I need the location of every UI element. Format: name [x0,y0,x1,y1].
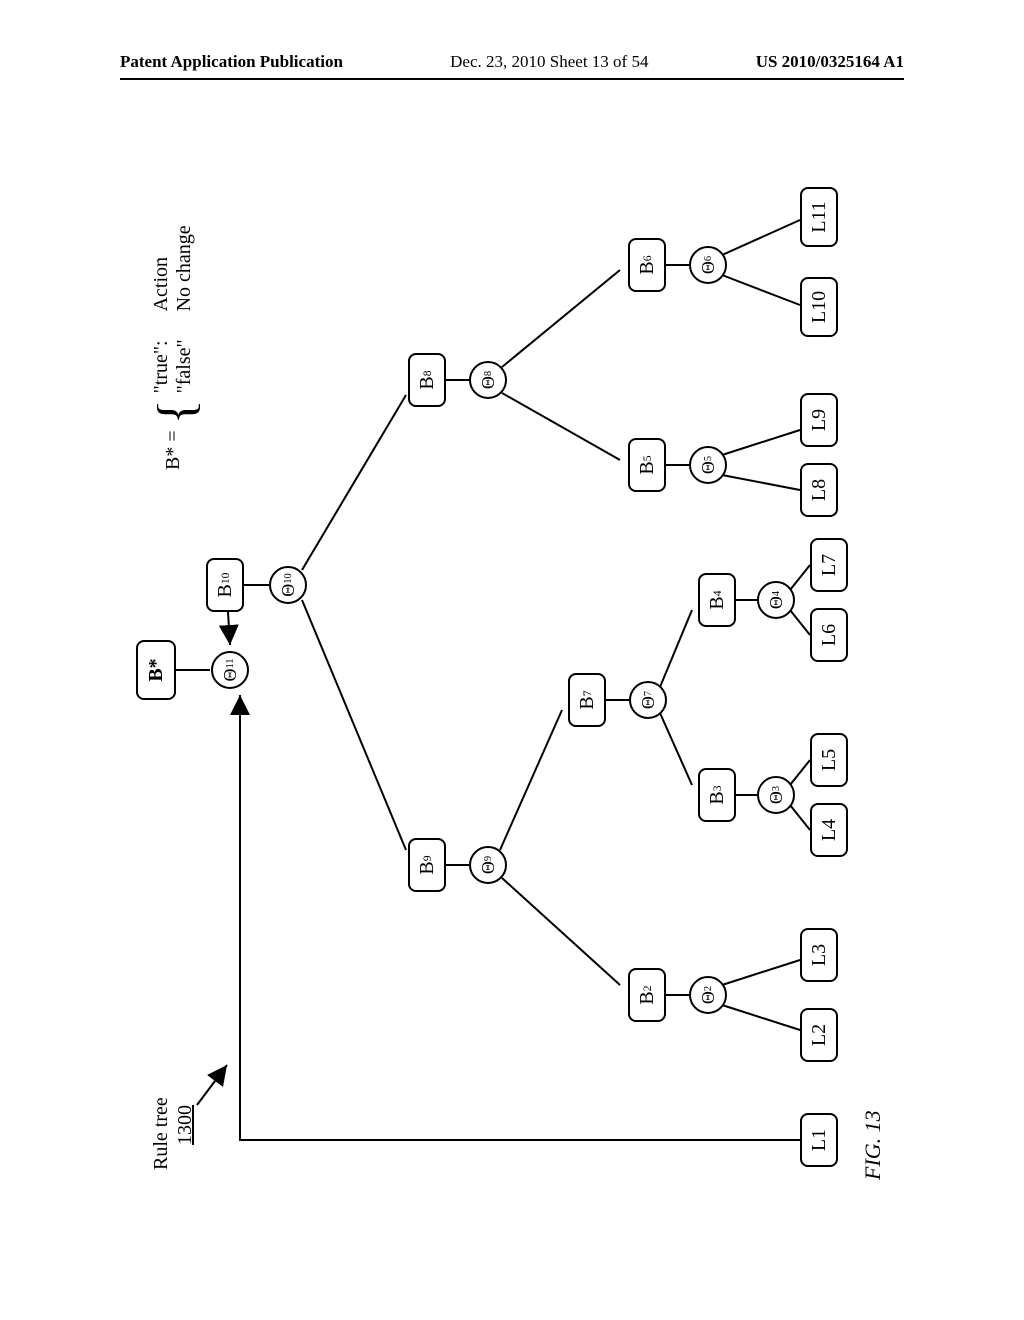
node-b10: B10 [206,558,244,612]
b5-txt: B [636,461,659,474]
b3-sub: 3 [711,785,724,791]
theta-3-sub: 3 [771,786,782,791]
theta-6-sub: 6 [703,256,714,261]
leaf-l4: L4 [810,803,848,857]
node-b2: B2 [628,968,666,1022]
node-b4: B4 [698,573,736,627]
b9-txt: B [416,861,439,874]
header-mid: Dec. 23, 2010 Sheet 13 of 54 [450,52,648,72]
theta-7-sub: 7 [643,691,654,696]
op-theta-6: Θ6 [689,246,727,284]
legend-false-key: "false" [173,323,196,393]
legend-true-val: Action [150,257,173,311]
op-theta-11: Θ11 [211,651,249,689]
leaf-l10: L10 [800,277,838,337]
b6-sub: 6 [641,255,654,261]
figure-canvas: Rule tree 1300 FIG. 13 B* Θ11 B10 Θ10 B9… [110,140,910,1200]
theta-11-sub: 11 [225,658,236,668]
theta-8-sub: 8 [483,371,494,376]
node-b9: B9 [408,838,446,892]
legend: B* = { "true": Action "false" No change [150,150,196,470]
b4-sub: 4 [711,590,724,596]
leaf-l1: L1 [800,1113,838,1167]
b3-txt: B [706,791,729,804]
node-b3: B3 [698,768,736,822]
leaf-l9: L9 [800,393,838,447]
op-theta-7: Θ7 [629,681,667,719]
figure-label: FIG. 13 [860,1110,886,1180]
leaf-l7: L7 [810,538,848,592]
header-right: US 2010/0325164 A1 [756,52,904,72]
theta-2-sub: 2 [703,986,714,991]
op-theta-4: Θ4 [757,581,795,619]
brace-icon: { [157,399,197,424]
b2-sub: 2 [641,985,654,991]
leaf-l11: L11 [800,187,838,247]
leaf-l8: L8 [800,463,838,517]
b7-sub: 7 [581,690,594,696]
page-header: Patent Application Publication Dec. 23, … [0,52,1024,80]
theta-9-sub: 9 [483,856,494,861]
theta-10-sub: 10 [283,573,294,583]
leaf-l5: L5 [810,733,848,787]
node-b-star-text: B* [145,658,168,681]
op-theta-3: Θ3 [757,776,795,814]
b4-txt: B [706,596,729,609]
op-theta-9: Θ9 [469,846,507,884]
legend-lhs: B* = [162,430,185,470]
leaf-l6: L6 [810,608,848,662]
rule-tree-ref: 1300 [174,1105,197,1145]
b6-txt: B [636,261,659,274]
b10-sub: 10 [219,573,232,585]
node-b8: B8 [408,353,446,407]
op-theta-2: Θ2 [689,976,727,1014]
b7-txt: B [576,696,599,709]
theta-5-sub: 5 [703,456,714,461]
legend-false-val: No change [173,225,196,311]
node-b5: B5 [628,438,666,492]
b8-sub: 8 [421,370,434,376]
op-theta-5: Θ5 [689,446,727,484]
node-b7: B7 [568,673,606,727]
b5-sub: 5 [641,455,654,461]
header-left: Patent Application Publication [120,52,343,72]
b9-sub: 9 [421,855,434,861]
legend-true-key: "true": [150,323,173,393]
theta-4-sub: 4 [771,591,782,596]
b10-txt: B [214,584,237,597]
b2-txt: B [636,991,659,1004]
rule-tree-title: Rule tree [150,1097,173,1170]
leaf-l3: L3 [800,928,838,982]
node-b6: B6 [628,238,666,292]
leaf-l2: L2 [800,1008,838,1062]
header-divider [120,78,904,80]
op-theta-8: Θ8 [469,361,507,399]
node-b-star: B* [136,640,176,700]
op-theta-10: Θ10 [269,566,307,604]
b8-txt: B [416,376,439,389]
